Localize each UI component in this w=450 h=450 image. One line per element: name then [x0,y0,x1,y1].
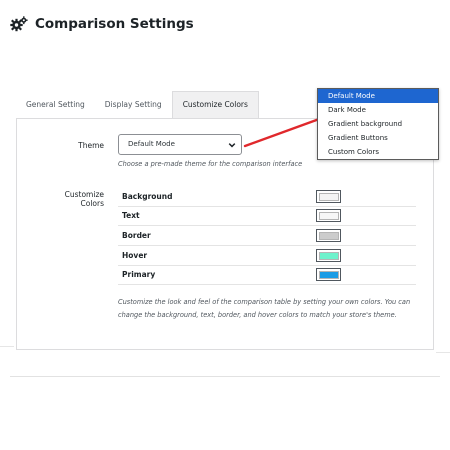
hover-color-swatch[interactable] [316,249,341,262]
page-title: Comparison Settings [10,14,194,34]
theme-dropdown-list: Default Mode Dark Mode Gradient backgrou… [317,88,439,160]
color-name: Primary [122,270,156,279]
divider [10,376,440,377]
tab-customize-colors[interactable]: Customize Colors [171,91,259,118]
theme-option-gradient-background[interactable]: Gradient background [318,117,438,131]
divider [0,346,14,347]
primary-color-swatch[interactable] [316,268,341,281]
color-name: Background [122,192,173,201]
theme-option-dark-mode[interactable]: Dark Mode [318,103,438,117]
color-row-border: Border [118,226,416,246]
theme-option-gradient-buttons[interactable]: Gradient Buttons [318,131,438,145]
color-row-text: Text [118,206,416,226]
page-title-text: Comparison Settings [35,16,194,32]
customize-colors-label: Customize Colors [64,190,104,208]
color-name: Hover [122,251,148,260]
text-color-swatch[interactable] [316,209,341,222]
color-name: Border [122,231,151,240]
theme-option-default-mode[interactable]: Default Mode [318,89,438,103]
theme-option-custom-colors[interactable]: Custom Colors [318,145,438,159]
theme-help-text: Choose a pre-made theme for the comparis… [118,160,303,168]
tab-general-setting[interactable]: General Setting [16,91,95,118]
tab-display-setting[interactable]: Display Setting [95,91,172,118]
color-row-primary: Primary [118,265,416,285]
color-row-background: Background [118,187,416,207]
theme-select-value: Default Mode [128,140,175,148]
customize-colors-help-text: Customize the look and feel of the compa… [118,298,411,319]
theme-select[interactable]: Default Mode [118,134,242,155]
background-color-swatch[interactable] [316,190,341,203]
chevron-down-icon [228,143,236,148]
settings-tabs: General Setting Display Setting Customiz… [16,91,259,118]
color-row-hover: Hover [118,246,416,266]
gears-icon [10,16,28,32]
color-name: Text [122,211,140,220]
divider [436,352,450,353]
theme-label: Theme [78,141,104,150]
border-color-swatch[interactable] [316,229,341,242]
